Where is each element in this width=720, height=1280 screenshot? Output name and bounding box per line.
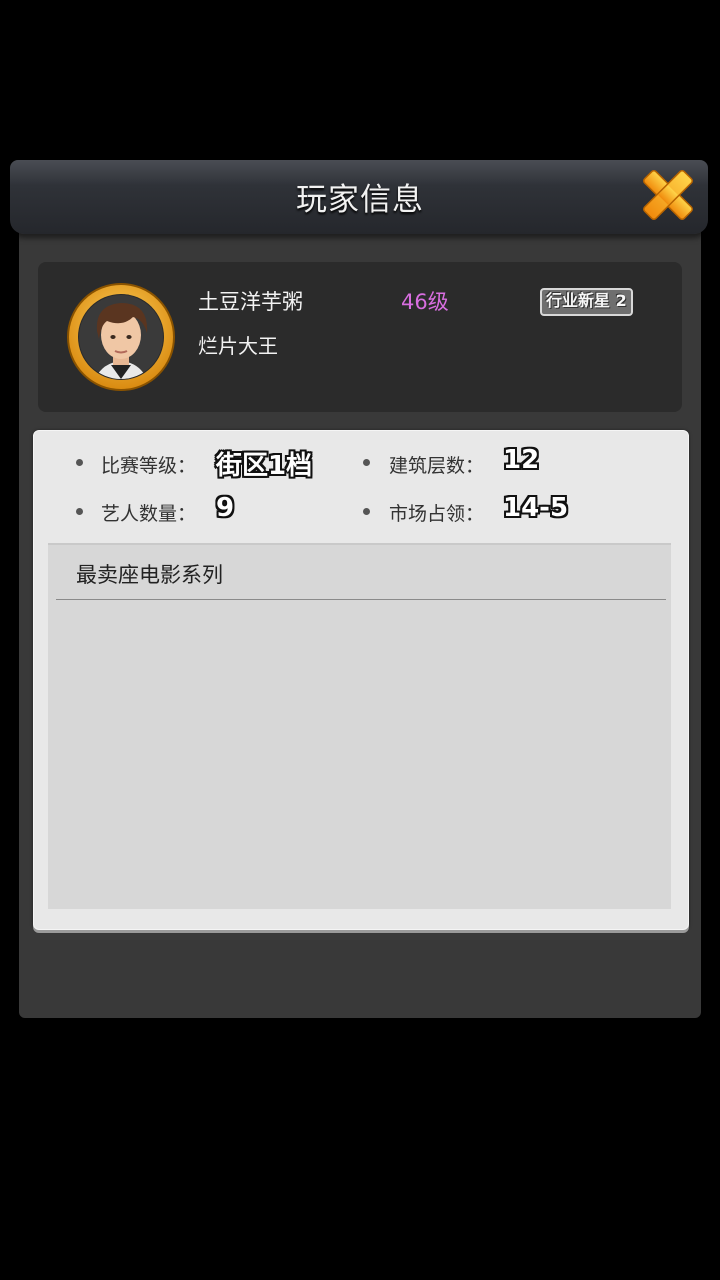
bullet-icon bbox=[363, 459, 370, 466]
bullet-icon bbox=[76, 459, 83, 466]
close-button[interactable] bbox=[638, 166, 698, 224]
dialog-title: 玩家信息 bbox=[296, 182, 424, 218]
artists-value: 9 bbox=[216, 493, 235, 523]
bullet-icon bbox=[76, 508, 83, 515]
list-header: 最卖座电影系列 bbox=[76, 563, 223, 587]
market-share-value: 14-5 bbox=[503, 493, 569, 523]
avatar[interactable] bbox=[67, 283, 175, 391]
market-share-label: 市场占领： bbox=[389, 503, 485, 525]
player-name: 土豆洋芋粥 bbox=[198, 290, 303, 314]
bullet-icon bbox=[363, 508, 370, 515]
artists-label: 艺人数量： bbox=[101, 503, 197, 525]
best-selling-series-list[interactable] bbox=[48, 543, 671, 909]
building-floors-value: 12 bbox=[503, 445, 540, 475]
player-level: 46级 bbox=[401, 290, 449, 314]
list-divider bbox=[56, 599, 666, 600]
match-level-label: 比赛等级： bbox=[101, 455, 197, 477]
match-level-value: 街区1档 bbox=[216, 451, 313, 481]
close-x-icon bbox=[643, 170, 693, 220]
rank-badge: 行业新星 2 bbox=[540, 288, 633, 316]
player-title: 烂片大王 bbox=[198, 334, 278, 358]
player-avatar-icon bbox=[67, 283, 175, 391]
building-floors-label: 建筑层数： bbox=[389, 455, 485, 477]
